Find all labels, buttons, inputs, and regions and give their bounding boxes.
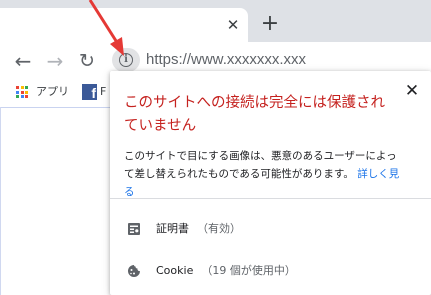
address-bar-url[interactable]: https://www.xxxxxxx.xxx: [146, 50, 306, 70]
back-icon[interactable]: ←: [11, 49, 35, 73]
certificate-label: 証明書: [156, 222, 189, 235]
bookmark-apps-label[interactable]: アプリ: [36, 84, 69, 100]
annotation-arrow: [88, 0, 124, 56]
cookie-row[interactable]: Cookie （19 個が使用中）: [110, 257, 431, 285]
connection-warning-title: このサイトへの接続は完全には保護されていません: [124, 95, 385, 134]
new-tab-button[interactable]: +: [258, 12, 282, 36]
certificate-row[interactable]: 証明書 （有効）: [110, 215, 431, 243]
certificate-status: （有効）: [197, 222, 241, 235]
site-info-popup: ✕ このサイトへの接続は完全には保護されていません このサイトで目にする画像は、…: [110, 71, 431, 295]
close-icon[interactable]: ✕: [402, 81, 422, 101]
cookie-icon: [128, 265, 140, 277]
forward-icon[interactable]: →: [43, 49, 67, 73]
connection-warning-description: このサイトで目にする画像は、悪意のあるユーザーによって差し替えられたものである可…: [124, 147, 406, 201]
apps-grid-icon[interactable]: [16, 86, 28, 98]
cookie-label: Cookie: [156, 264, 194, 277]
certificate-icon: [128, 223, 140, 235]
tab-close-icon[interactable]: ✕: [224, 16, 242, 34]
bookmark-facebook-label[interactable]: F: [100, 84, 106, 100]
divider: [110, 198, 431, 199]
description-text: このサイトで目にする画像は、悪意のあるユーザーによって差し替えられたものである可…: [124, 150, 397, 180]
facebook-icon[interactable]: f: [82, 84, 97, 100]
cookie-status: （19 個が使用中）: [201, 264, 296, 277]
page-content-edge: [0, 107, 1, 295]
